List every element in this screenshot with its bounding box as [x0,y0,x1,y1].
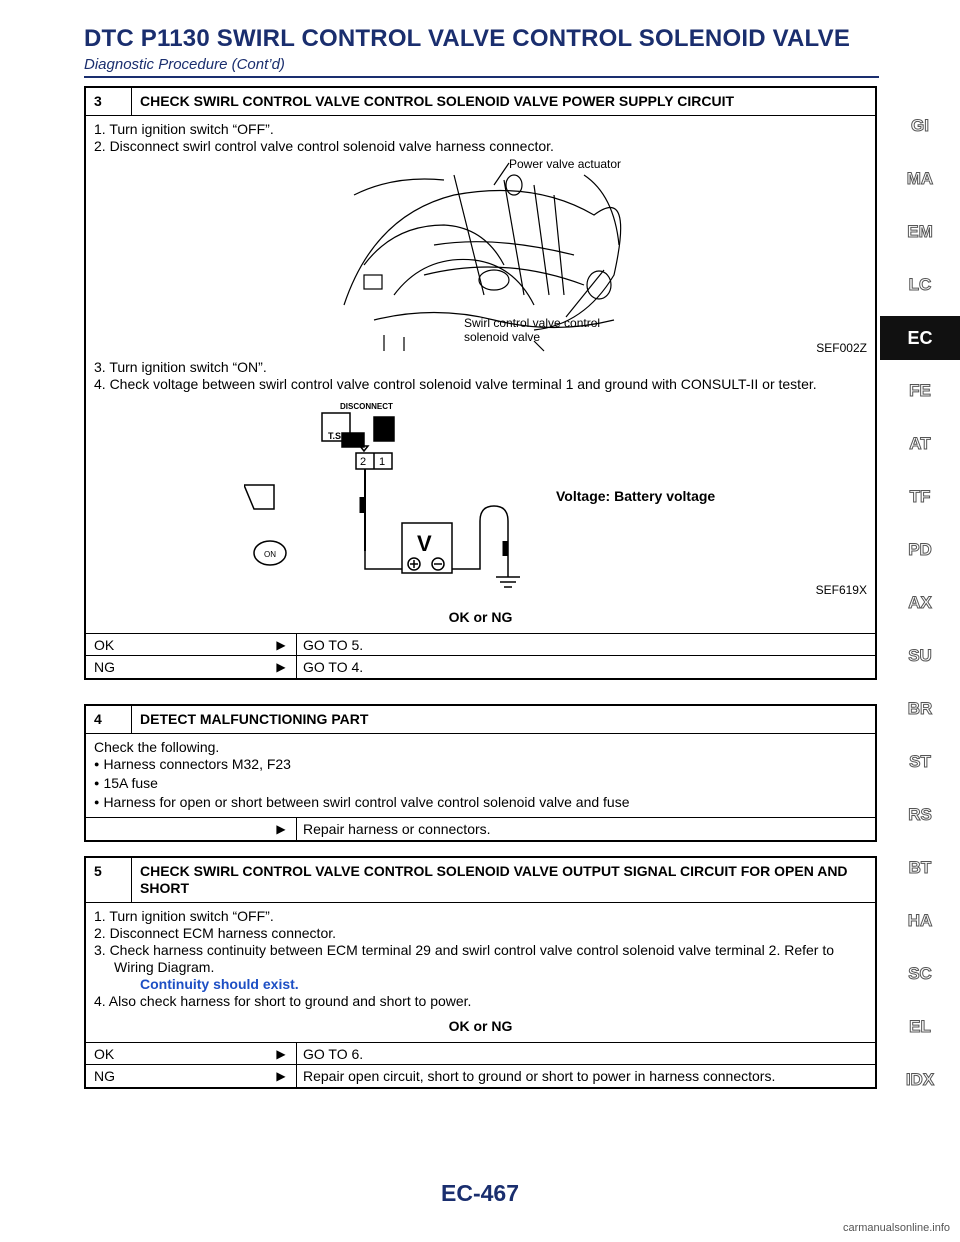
label-solenoid-1: Swirl control valve control [464,316,600,330]
figure-code: SEF002Z [816,341,867,355]
pin-2-label: 2 [360,456,366,468]
tab-bt[interactable]: BT [880,848,960,888]
tab-gi[interactable]: GI [880,106,960,146]
tab-sc[interactable]: SC [880,954,960,994]
voltage-spec: Voltage: Battery voltage [556,488,715,504]
ok-or-ng: OK or NG [448,1018,513,1034]
tab-at[interactable]: AT [880,424,960,464]
tab-fe[interactable]: FE [880,371,960,411]
tab-rs[interactable]: RS [880,795,960,835]
instruction: 1. Turn ignition switch “OFF”. [94,908,274,924]
footer-watermark: carmanualsonline.info [842,1222,950,1234]
instruction: 4. Check voltage between swirl control v… [94,376,817,392]
page-number: EC-467 [441,1180,519,1206]
page-subtitle: Diagnostic Procedure (Cont’d) [84,56,285,73]
step-4-header: 4 DETECT MALFUNCTIONING PART [86,706,875,734]
tab-br[interactable]: BR [880,689,960,729]
ts-label: T.S. [328,431,344,441]
result-key: NG [94,659,115,675]
bullet-item: Harness for open or short between swirl … [94,794,867,813]
tab-tf[interactable]: TF [880,477,960,517]
step-title: CHECK SWIRL CONTROL VALVE CONTROL SOLENO… [140,863,848,896]
ignition-on-label: ON [264,550,276,559]
result-value: GO TO 5. [296,634,875,655]
tab-el[interactable]: EL [880,1007,960,1047]
result-key: OK [94,1045,115,1062]
arrow-icon: ▶ [276,660,286,674]
result-row-ng: NG ▶ Repair open circuit, short to groun… [86,1065,875,1087]
arrow-icon: ▶ [276,1069,286,1083]
label-power-valve: Power valve actuator [509,157,621,171]
result-row: ▶ Repair harness or connectors. [86,818,875,840]
voltmeter-label: V [417,531,432,556]
bullet-item: Harness connectors M32, F23 [94,756,867,775]
step-4-body: Check the following. Harness connectors … [86,734,875,818]
tab-ma[interactable]: MA [880,159,960,199]
step-title: CHECK SWIRL CONTROL VALVE CONTROL SOLENO… [140,93,735,109]
arrow-icon: ▶ [276,822,286,836]
result-row-ng: NG ▶ GO TO 4. [86,656,875,678]
label-solenoid-2: solenoid valve [464,330,540,344]
instruction: 3. Check harness continuity between ECM … [94,942,835,958]
pin-1-label: 1 [379,456,385,468]
tab-ec[interactable]: EC [880,316,960,360]
bullet-item: 15A fuse [94,775,867,794]
result-row-ok: OK ▶ GO TO 5. [86,634,875,656]
step-5-box: 5 CHECK SWIRL CONTROL VALVE CONTROL SOLE… [84,856,877,1089]
step-number: 5 [86,858,132,902]
arrow-icon: ▶ [276,1046,286,1061]
instruction: 2. Disconnect swirl control valve contro… [94,138,554,154]
step-4-box: 4 DETECT MALFUNCTIONING PART Check the f… [84,704,877,842]
tab-lc[interactable]: LC [880,265,960,305]
step-5-header: 5 CHECK SWIRL CONTROL VALVE CONTROL SOLE… [86,858,875,903]
result-key: OK [94,636,115,653]
figure-voltage-check: DISCONNECT T.S. 2 1 V ON Voltage: Batter… [94,393,867,601]
engine-illustration: Power valve actuator Swirl control valve… [343,157,622,352]
step-5-body: 1. Turn ignition switch “OFF”. 2. Discon… [86,903,875,1043]
step-number: 4 [86,706,132,733]
tab-ha[interactable]: HA [880,901,960,941]
instruction: 1. Turn ignition switch “OFF”. [94,121,274,137]
tab-idx[interactable]: IDX [880,1060,960,1100]
result-value: GO TO 4. [296,656,875,678]
step-3-box: 3 CHECK SWIRL CONTROL VALVE CONTROL SOLE… [84,86,877,680]
disconnect-label: DISCONNECT [340,402,393,411]
result-key: NG [94,1068,115,1084]
tab-su[interactable]: SU [880,636,960,676]
instruction: 3. Turn ignition switch “ON”. [94,359,267,375]
page-title: DTC P1130 SWIRL CONTROL VALVE CONTROL SO… [84,25,851,52]
voltage-diagram: DISCONNECT T.S. 2 1 V ON Voltage: Batter… [244,402,715,588]
step-3-header: 3 CHECK SWIRL CONTROL VALVE CONTROL SOLE… [86,88,875,116]
figure-engine-photo: Power valve actuator Swirl control valve… [94,155,867,359]
ok-or-ng: OK or NG [448,609,513,625]
arrow-icon: ▶ [276,637,286,652]
instruction: 2. Disconnect ECM harness connector. [94,925,337,941]
tab-st[interactable]: ST [880,742,960,782]
result-value: Repair harness or connectors. [296,818,875,840]
step-3-body: 1. Turn ignition switch “OFF”. 2. Discon… [86,116,875,634]
instruction: 4. Also check harness for short to groun… [94,993,472,1009]
result-row-ok: OK ▶ GO TO 6. [86,1043,875,1065]
tab-ax[interactable]: AX [880,583,960,623]
figure-code: SEF619X [815,583,867,597]
tab-pd[interactable]: PD [880,530,960,570]
result-value: GO TO 6. [296,1043,875,1064]
continuity-spec: Continuity should exist. [140,976,299,992]
step-title: DETECT MALFUNCTIONING PART [140,711,369,727]
tab-em[interactable]: EM [880,212,960,252]
step-number: 3 [86,88,132,115]
instruction-cont: Wiring Diagram. [114,959,215,975]
instruction: Check the following. [94,739,220,755]
header-rule [84,76,879,78]
result-value: Repair open circuit, short to ground or … [296,1065,875,1087]
